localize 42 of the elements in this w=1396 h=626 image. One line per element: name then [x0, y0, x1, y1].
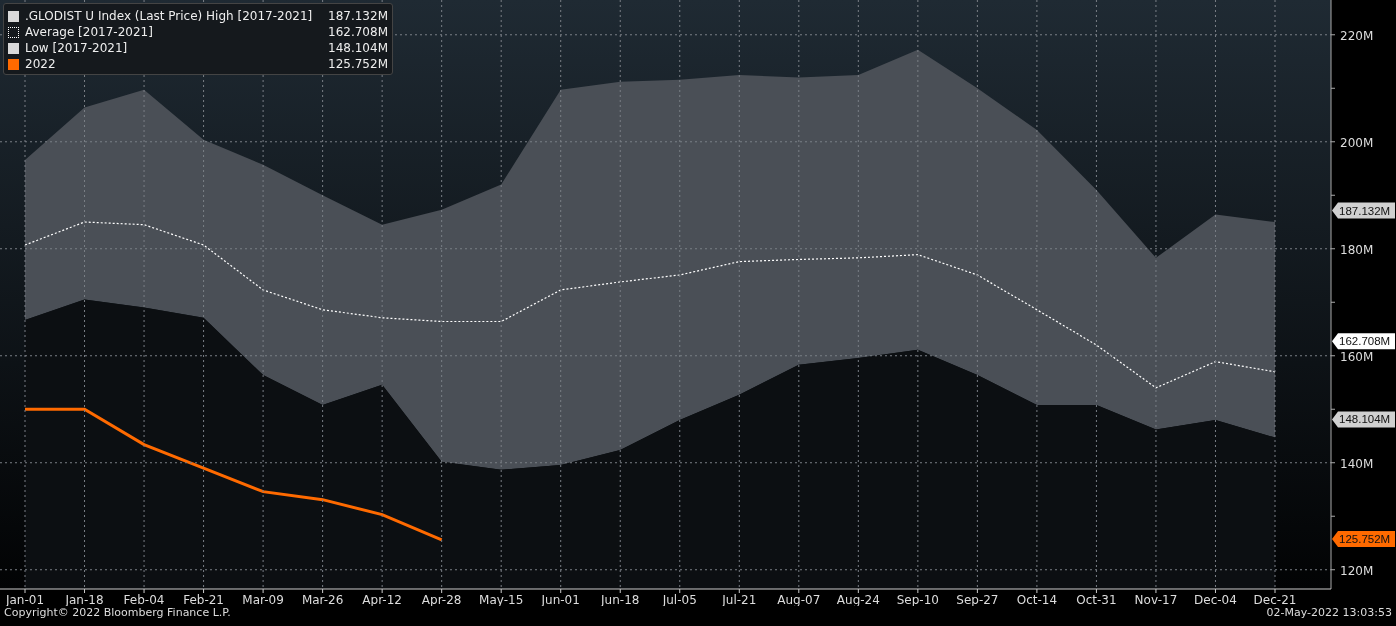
- copyright-text: Copyright© 2022 Bloomberg Finance L.P.: [4, 606, 231, 620]
- y-tick-label: 120M: [1340, 563, 1374, 578]
- legend-label: Average [2017-2021]: [25, 24, 154, 40]
- x-tick-label: Aug-07: [777, 593, 821, 606]
- legend-label: 2022: [25, 56, 57, 72]
- y-tick-label: 140M: [1340, 456, 1374, 471]
- x-tick-label: May-15: [479, 593, 524, 606]
- x-tick-label: Jul-21: [722, 593, 757, 606]
- x-tick-label: Feb-21: [183, 593, 224, 606]
- price-tag: 148.104M: [1332, 411, 1395, 428]
- y-tick-label: 220M: [1340, 28, 1374, 43]
- x-tick-label: Jan-01: [5, 593, 45, 606]
- x-tick-label: Sep-27: [956, 593, 999, 606]
- x-tick-label: Oct-14: [1016, 593, 1058, 606]
- x-tick-label: Sep-10: [896, 593, 939, 606]
- x-tick-label: Feb-04: [123, 593, 165, 606]
- x-tick-label: Mar-09: [242, 593, 284, 606]
- x-tick-label: Jan-18: [65, 593, 104, 606]
- x-tick-label: Jun-01: [541, 593, 580, 606]
- legend-value: 187.132M: [328, 8, 388, 24]
- x-tick-label: Apr-12: [362, 593, 402, 606]
- price-tag: 125.752M: [1332, 530, 1395, 547]
- y-tick-label: 200M: [1340, 135, 1374, 150]
- x-tick-label: Dec-21: [1253, 593, 1297, 606]
- x-tick-label: Mar-26: [301, 593, 344, 606]
- legend-label: Low [2017-2021]: [25, 40, 129, 56]
- x-tick-label: Jul-05: [662, 593, 697, 606]
- timestamp-text: 02-May-2022 13:03:53: [1266, 606, 1392, 620]
- x-tick-label: Jun-18: [601, 593, 640, 606]
- legend-value: 125.752M: [328, 56, 388, 72]
- y-tick-label: 180M: [1340, 242, 1374, 257]
- price-tag: 162.708M: [1332, 333, 1395, 350]
- legend-label: .GLODIST U Index (Last Price) High [2017-2021]: [25, 8, 314, 24]
- x-tick-label: Dec-04: [1194, 593, 1237, 606]
- legend-value: 162.708M: [328, 24, 388, 40]
- y-tick-label: 160M: [1340, 349, 1374, 364]
- x-tick-label: Aug-24: [836, 593, 880, 606]
- x-tick-label: Oct-31: [1076, 593, 1117, 606]
- price-tag: 187.132M: [1332, 202, 1395, 219]
- x-tick-label: Nov-17: [1134, 593, 1178, 606]
- x-tick-label: Apr-28: [421, 593, 462, 606]
- legend-value: 148.104M: [328, 40, 388, 56]
